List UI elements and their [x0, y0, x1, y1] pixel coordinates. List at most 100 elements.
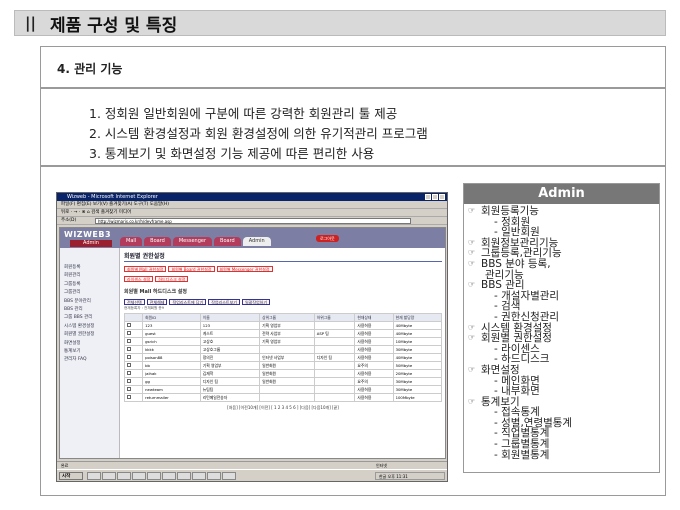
menu-item[interactable]: 화면설정	[60, 340, 119, 348]
task-button[interactable]	[87, 472, 101, 480]
menu-item[interactable]: 회원등록	[60, 264, 119, 272]
row-checkbox[interactable]	[123, 369, 144, 378]
table-cell: 디자인 팀	[313, 353, 356, 362]
member-count: 현재등록자 : 전체회원 총9	[124, 306, 164, 310]
browser-toolbar[interactable]: 뒤로 · → · ⊗ ⌂ 검색 즐겨찾기 미디어	[57, 209, 447, 217]
chip-messenger[interactable]: 회원별 Messenger 권한설정	[216, 266, 273, 272]
column-header: 상위그룹	[259, 313, 315, 322]
table-cell: jaihak	[142, 369, 201, 378]
tab-mall[interactable]: Mall	[120, 237, 143, 246]
table-cell: 인터넷 사업부	[259, 353, 315, 362]
feature-item: 3. 통계보기 및 화면설정 기능 제공에 따른 편리한 사용	[89, 146, 375, 161]
task-button[interactable]	[222, 472, 236, 480]
table-row[interactable]: 123 123 기획 영업부 사용허용 40Mbyte	[123, 321, 443, 330]
task-buttons	[87, 472, 236, 480]
add-worklist-button[interactable]: 적업리스트에 담기	[169, 299, 207, 305]
table-row[interactable]: gsrich 고상호 기획 영업부 사용허용 10Mbyte	[123, 337, 443, 346]
tab-board[interactable]: Board	[144, 237, 171, 246]
task-button[interactable]	[102, 472, 116, 480]
table-cell: gg	[142, 377, 201, 386]
deselect-all-button[interactable]: 전체해제	[146, 299, 168, 305]
menu-item[interactable]: 통계보기	[60, 348, 119, 356]
table-cell: 리턴메일전송자	[199, 393, 261, 402]
taskbar: 시작 한글 오후 11:31	[57, 469, 447, 481]
table-cell: kkkk	[142, 345, 201, 354]
table-row[interactable]: kkkk 고상호그룹 사용허용 30Mbyte	[123, 345, 443, 354]
task-button[interactable]	[117, 472, 131, 480]
task-button[interactable]	[192, 472, 206, 480]
table-cell: 기획 영업부	[199, 361, 261, 370]
chip-row-2: 라이센스 설정 하드디스크 설정	[124, 276, 442, 282]
system-tray: 한글 오후 11:31	[375, 472, 445, 480]
table-cell	[313, 321, 356, 330]
task-button[interactable]	[162, 472, 176, 480]
pointing-hand-icon: ☞	[468, 364, 476, 374]
tab-messenger[interactable]: Messenger	[172, 237, 213, 246]
app-header: WIZWEB3 Admin Mall Board Messenger Board…	[60, 228, 445, 248]
minimize-icon[interactable]	[425, 194, 431, 200]
start-button[interactable]: 시작	[59, 472, 83, 480]
close-icon[interactable]	[439, 194, 445, 200]
menu-item[interactable]: 회원별 권한설정	[60, 331, 119, 339]
menu-item[interactable]: 그룹 BBS 관리	[60, 314, 119, 322]
table-cell: gsrich	[142, 337, 201, 346]
menu-item[interactable]: 그룹관리	[60, 289, 119, 297]
menu-item[interactable]: 회원관리	[60, 272, 119, 280]
address-label: 주소(D)	[61, 218, 77, 223]
table-cell: 사용허용	[354, 385, 394, 394]
table-row[interactable]: returnmailer 리턴메일전송자 사용허용 100Mbyte	[123, 393, 443, 402]
column-header: 이름	[199, 313, 261, 322]
table-cell	[259, 345, 315, 354]
row-checkbox[interactable]	[123, 337, 144, 346]
table-row[interactable]: gg 디자인 팀 일반회원 요주의 30Mbyte	[123, 377, 443, 386]
table-cell: 사용허용	[354, 337, 394, 346]
table-row[interactable]: jaihak 김재학 일반회원 사용허용 20Mbyte	[123, 369, 443, 378]
maximize-icon[interactable]	[432, 194, 438, 200]
tab-board-2[interactable]: Board	[214, 237, 241, 246]
table-cell	[313, 385, 356, 394]
pointing-hand-icon: ☞	[468, 333, 476, 343]
select-all-button[interactable]: 전체선택	[124, 299, 145, 305]
table-cell: 기획 영업부	[259, 321, 315, 330]
menu-item[interactable]: 관리자 FAQ	[60, 356, 119, 364]
browser-menu[interactable]: 파일(F) 편집(E) 보기(V) 즐겨찾기(A) 도구(T) 도움말(H)	[57, 201, 447, 209]
menu-item[interactable]: BBS 관리	[60, 306, 119, 314]
row-checkbox[interactable]	[123, 377, 144, 386]
row-checkbox[interactable]	[123, 393, 144, 402]
menu-item[interactable]: 시스템 환경설정	[60, 323, 119, 331]
table-cell: 사용허용	[354, 369, 394, 378]
task-button[interactable]	[147, 472, 161, 480]
task-button[interactable]	[132, 472, 146, 480]
row-checkbox[interactable]	[123, 321, 144, 330]
browser-title: Wizweb - Microsoft Internet Explorer	[67, 194, 158, 200]
address-input[interactable]: http://wizmaris.co.kr/h/devframe.asp	[95, 218, 411, 224]
chip-board[interactable]: 회원별 Board 권한설정	[168, 266, 215, 272]
row-checkbox[interactable]	[123, 345, 144, 354]
menu-item[interactable]: 그룹등록	[60, 281, 119, 289]
row-checkbox[interactable]	[123, 361, 144, 370]
tab-admin[interactable]: Admin	[242, 237, 271, 246]
chip-mall[interactable]: 회원별 Mall 권한설정	[124, 266, 167, 272]
chip-license[interactable]: 라이센스 설정	[124, 276, 154, 282]
task-button[interactable]	[207, 472, 221, 480]
button-row: 전체선택 전체해제 적업리스트에 담기 작업리스트보기 일괄작업하기	[124, 299, 442, 305]
pagination[interactable]: [처음] [이전10개] [이전] [ 1 2 3 4 5 6 ] [다음] […	[124, 405, 442, 411]
table-row[interactable]: guest 게스트 전략 사업부 ASP 팀 사용허용 40Mbyte	[123, 329, 443, 338]
row-checkbox[interactable]	[123, 353, 144, 362]
table-cell: 100Mbyte	[392, 393, 443, 402]
view-worklist-button[interactable]: 작업리스트보기	[208, 299, 240, 305]
chip-harddisk[interactable]: 하드디스크 설정	[155, 276, 189, 282]
table-row[interactable]: bb 기획 영업부 일반회원 요주의 50Mbyte	[123, 361, 443, 370]
pointing-hand-icon: ☞	[468, 237, 476, 247]
table-cell: 요주의	[354, 361, 394, 370]
table-row[interactable]: poison88 정의진 인터넷 사업부 디자인 팀 사용허용 40Mbyte	[123, 353, 443, 362]
row-checkbox[interactable]	[123, 385, 144, 394]
batch-button[interactable]: 일괄작업하기	[241, 299, 271, 305]
menu-item[interactable]: BBS 분야관리	[60, 298, 119, 306]
logout-button[interactable]: 로그아웃	[316, 235, 339, 242]
table-row[interactable]: newteam 뉴팀팀 사용허용 30Mbyte	[123, 385, 443, 394]
row-checkbox[interactable]	[123, 329, 144, 338]
table-cell: poison88	[142, 353, 201, 362]
task-button[interactable]	[177, 472, 191, 480]
admin-feature-item: ☞ 화면설정	[468, 365, 659, 376]
